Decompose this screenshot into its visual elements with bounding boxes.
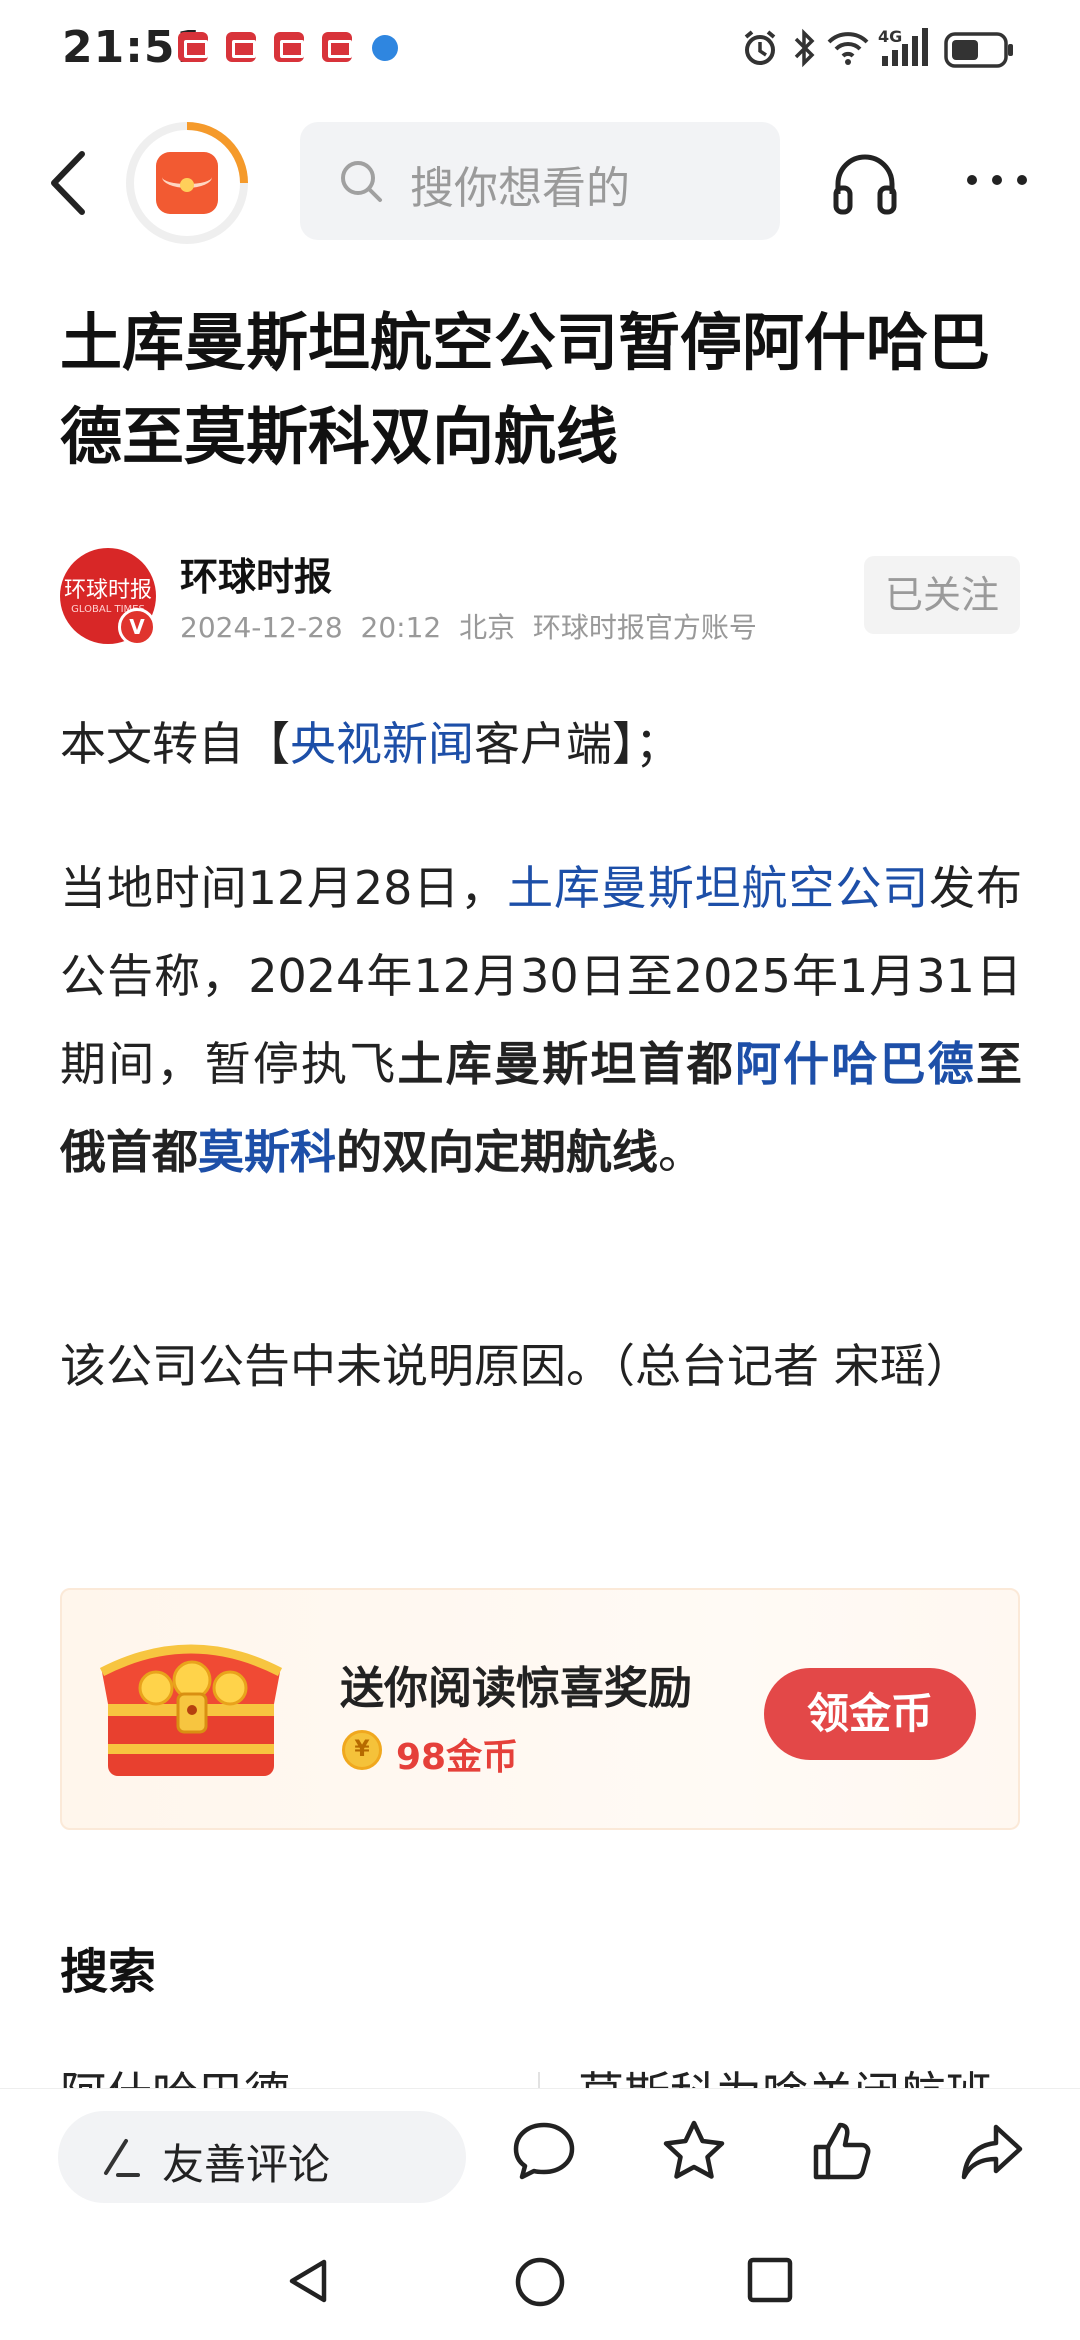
coin-icon: ¥	[342, 1730, 382, 1770]
reward-amount: 98金币	[396, 1737, 519, 1778]
pen-icon	[104, 2139, 140, 2177]
nav-back-icon[interactable]	[284, 2256, 334, 2306]
search-icon	[341, 161, 382, 202]
city-link-ashgabat[interactable]: 阿什哈巴德	[735, 1037, 976, 1091]
nav-recents-icon[interactable]	[746, 2256, 794, 2304]
reward-card[interactable]: 送你阅读惊喜奖励 ¥ 98金币 领金币	[60, 1588, 1020, 1830]
wifi-icon	[827, 32, 869, 65]
comment-icon[interactable]	[510, 2117, 578, 2185]
publish-location: 北京	[459, 611, 516, 644]
alarm-icon	[744, 30, 776, 65]
text: 本文转自【	[60, 717, 290, 771]
svg-text:4G: 4G	[878, 27, 902, 46]
blue-app-icon	[372, 35, 398, 61]
paragraph-main: 当地时间12月28日，土库曼斯坦航空公司发布公告称，2024年12月30日至20…	[60, 844, 1022, 1196]
battery-icon	[944, 32, 1013, 68]
text: 。	[658, 1125, 704, 1179]
search-section-title: 搜索	[60, 1944, 157, 2000]
status-bar: 21:51 4G	[0, 0, 1080, 110]
red-app-icon	[226, 32, 256, 62]
red-app-icon	[178, 32, 208, 62]
follow-button[interactable]: 已关注	[864, 556, 1020, 634]
text: 客户端】；	[474, 717, 681, 771]
red-app-icon	[322, 32, 352, 62]
search-placeholder: 搜你想看的	[410, 163, 630, 214]
author-logo-text: 环球时报	[63, 578, 152, 603]
comment-placeholder: 友善评论	[162, 2140, 331, 2189]
publish-time: 20:12	[360, 611, 442, 644]
strong-text: 土库曼斯坦首都	[397, 1037, 735, 1091]
red-app-icon	[274, 32, 304, 62]
system-nav-bar	[0, 2218, 1080, 2340]
favorite-star-icon[interactable]	[660, 2117, 728, 2185]
share-icon[interactable]	[958, 2117, 1026, 2185]
headphones-icon[interactable]	[830, 150, 900, 216]
paragraph-source: 本文转自【央视新闻客户端】；	[60, 700, 1022, 788]
comment-input[interactable]: 友善评论	[58, 2111, 466, 2203]
claim-coins-button[interactable]: 领金币	[764, 1668, 976, 1760]
red-packet-icon	[156, 152, 218, 214]
source-link[interactable]: 央视新闻	[290, 717, 474, 771]
airline-link[interactable]: 土库曼斯坦航空公司	[507, 861, 929, 915]
text: 当地时间12月28日，	[60, 861, 508, 915]
search-bar[interactable]: 搜你想看的	[300, 122, 780, 240]
nav-home-icon[interactable]	[514, 2256, 566, 2308]
like-thumb-icon[interactable]	[808, 2117, 876, 2185]
reward-title: 送你阅读惊喜奖励	[340, 1663, 692, 1714]
publish-date: 2024-12-28	[180, 611, 343, 644]
treasure-chest-icon	[99, 1644, 283, 1776]
paragraph-note: 该公司公告中未说明原因。（总台记者 宋瑶）	[60, 1339, 972, 1393]
strong-text: 的双向定期航线	[336, 1125, 658, 1179]
red-packet-avatar[interactable]	[126, 122, 248, 244]
article-title: 土库曼斯坦航空公司暂停阿什哈巴德至莫斯科双向航线	[60, 306, 991, 473]
bottom-action-bar: 友善评论	[0, 2088, 1080, 2218]
account-type: 环球时报官方账号	[532, 611, 757, 644]
top-nav: 搜你想看的	[0, 118, 1080, 248]
back-icon[interactable]	[40, 148, 100, 218]
author-meta: 2024-12-28 20:12 北京 环球时报官方账号	[180, 606, 757, 646]
bluetooth-icon	[794, 28, 815, 68]
verified-badge: V	[118, 608, 156, 646]
author-name[interactable]: 环球时报	[180, 546, 332, 601]
city-link-moscow[interactable]: 莫斯科	[198, 1125, 336, 1179]
signal-4g-icon: 4G	[878, 27, 928, 66]
more-icon[interactable]	[962, 170, 1032, 190]
